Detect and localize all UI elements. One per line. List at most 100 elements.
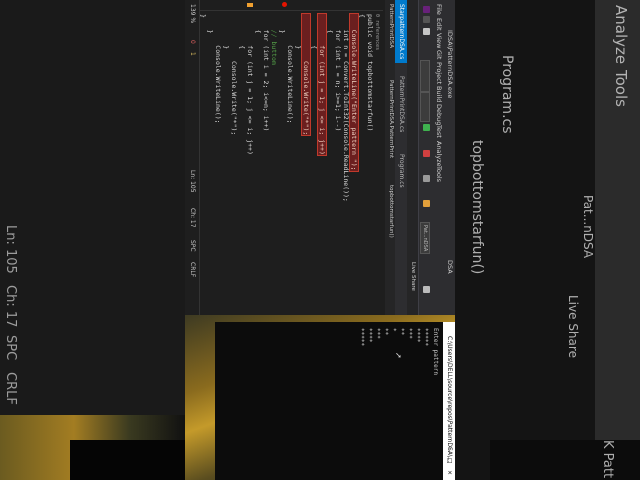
zoom-level[interactable]: 139 % [189, 4, 196, 23]
title-bar: IDSA\PatternDSA.exe DSA [445, 0, 455, 315]
ide-shadow [0, 0, 185, 415]
menu-project[interactable]: Project [435, 62, 443, 84]
config-dropdown[interactable] [420, 60, 430, 92]
document-tabs: StarpatternDSA.cs PatternPrintDSA.cs Pro… [395, 0, 407, 315]
console-shadow-text: K Patt [600, 440, 615, 479]
member-shadow: topbottomstarfun() [469, 140, 485, 275]
status-shadow-spc: SPC [3, 335, 18, 361]
menu-edit[interactable]: Edit [435, 18, 443, 31]
code-line: Console.WriteLine("Enter pattern "); [349, 0, 359, 191]
console-output-line: **** [366, 328, 373, 343]
menu-shadow-tools: Tools [612, 70, 630, 107]
platform-dropdown[interactable] [420, 92, 430, 122]
menu-tools[interactable]: Tools [435, 166, 443, 182]
code-line: { [358, 14, 366, 18]
console-shadow-right [490, 440, 640, 480]
code-line: } [294, 14, 302, 50]
console-body[interactable]: Enter pattern ***** **** *** ** * ** ***… [215, 322, 443, 480]
code-editor[interactable]: 0 references public void topbottomstarfu… [199, 0, 383, 315]
line-indicator: Ln: 105 [189, 170, 196, 193]
console-prompt: Enter pattern [432, 328, 439, 375]
console-window[interactable]: C:\Users\DELL\source\repos\PatternDSA\..… [215, 322, 455, 480]
whitespace-indicator[interactable]: SPC [189, 240, 196, 252]
restart-icon[interactable] [423, 175, 430, 182]
code-line: int n = Convert.ToInt32(Console.ReadLine… [342, 14, 350, 202]
app-title: DSA [446, 260, 454, 274]
navigation-bar: PatternPrintDSA PatternPrintDSA.PatternP… [385, 0, 395, 315]
code-line: } [278, 14, 286, 34]
editor-gutter [200, 0, 383, 11]
visual-studio-rotated: IDSA\PatternDSA.exe DSA File Edit View G… [185, 0, 455, 315]
console-output-line: * [390, 328, 397, 332]
code-line: for (int i = 2; i<=n; i++) [262, 14, 270, 132]
code-line: { [326, 14, 334, 34]
mouse-cursor-icon: ➚ [394, 352, 403, 359]
error-count[interactable]: 0 [189, 40, 196, 44]
code-line: } [199, 14, 207, 18]
menu-debug[interactable]: Debug [435, 104, 443, 125]
breakpoint-icon[interactable] [282, 2, 287, 7]
save-icon[interactable] [423, 28, 430, 35]
console-output-line: **** [414, 328, 421, 343]
code-line: 0 references [374, 14, 380, 51]
live-share-bar: Live Share [407, 0, 418, 315]
edit-marker-icon [247, 3, 253, 7]
console-output-line: ** [382, 328, 389, 336]
console-title: C:\Users\DELL\source\repos\PatternDSA\..… [446, 336, 453, 463]
nav-class[interactable]: PatternPrintDSA.PatternPrint [388, 80, 394, 158]
maximize-icon[interactable]: □ [443, 458, 455, 464]
code-line: Console.Write("*"); [230, 14, 238, 136]
menu-file[interactable]: File [435, 4, 443, 15]
nav-project[interactable]: PatternPrintDSA [388, 4, 394, 48]
solution-dropdown[interactable]: Pat...nDSA [420, 222, 430, 254]
code-line: Console.WriteLine(); [214, 14, 222, 124]
live-share-label[interactable]: Live Share [410, 262, 416, 291]
warning-count[interactable]: 1 [189, 52, 196, 56]
console-shadow [70, 440, 185, 480]
menu-git[interactable]: Git [435, 50, 443, 59]
code-line: for (int j = 1; j <= i; j++) [317, 0, 327, 173]
liveshare-shadow: Live Share [566, 295, 580, 358]
console-output-line: *** [374, 328, 381, 339]
code-line: Console.Write("*"); [301, 0, 311, 151]
code-line: public void topbottomstarfun() [366, 14, 374, 132]
tab-starpattern[interactable]: StarpatternDSA.cs [395, 0, 407, 64]
tab-patternprint[interactable]: PatternPrintDSA.cs [395, 72, 407, 136]
tab-shadow-program: Program.cs [499, 55, 515, 134]
solution-shadow: Pat...nDSA [581, 195, 595, 259]
stop-icon[interactable] [423, 150, 430, 157]
code-line: Console.WriteLine(); [286, 14, 294, 124]
minimize-icon[interactable]: – [443, 446, 455, 449]
start-icon[interactable] [423, 124, 430, 131]
code-line: } [206, 14, 214, 34]
menu-analyze[interactable]: Analyze [435, 141, 443, 167]
code-line: for (int j = 1; j <= i; j++) [246, 14, 254, 155]
menu-test[interactable]: Test [435, 125, 443, 138]
console-rotated: C:\Users\DELL\source\repos\PatternDSA\..… [215, 322, 455, 480]
code-line: // buttom [270, 14, 278, 65]
menu-build[interactable]: Build [435, 86, 443, 102]
back-icon[interactable] [423, 6, 430, 13]
tab-program[interactable]: Program.cs [395, 150, 407, 192]
close-icon[interactable]: × [443, 470, 455, 475]
code-line: } [222, 14, 230, 50]
code-line: { [254, 14, 262, 34]
console-title-bar: C:\Users\DELL\source\repos\PatternDSA\..… [443, 322, 455, 480]
nav-member[interactable]: topbottomstarfun() [388, 185, 394, 238]
code-line: for (int i = n; i>=1; i--) [334, 14, 342, 132]
screen-frame: IDSA\PatternDSA.exe DSA File Edit View G… [185, 0, 455, 480]
console-output-line: ***** [358, 328, 365, 347]
code-line: { [310, 14, 318, 50]
live-share-icon[interactable] [423, 286, 430, 293]
menu-view[interactable]: View [435, 33, 443, 48]
visual-studio-window: IDSA\PatternDSA.exe DSA File Edit View G… [185, 0, 455, 315]
line-ending-indicator[interactable]: CRLF [189, 262, 196, 277]
menu-shadow-analyze: Analyze [612, 5, 630, 65]
column-indicator: Ch: 17 [189, 208, 196, 228]
forward-icon[interactable] [423, 16, 430, 23]
status-shadow-ln: Ln: 105 [3, 225, 18, 274]
debug-icon[interactable] [423, 200, 430, 207]
toolbar: Pat...nDSA [418, 0, 433, 315]
background-blur-left: Ln: 105 Ch: 17 SPC CRLF [0, 0, 185, 480]
console-output-line: *** [406, 328, 413, 339]
